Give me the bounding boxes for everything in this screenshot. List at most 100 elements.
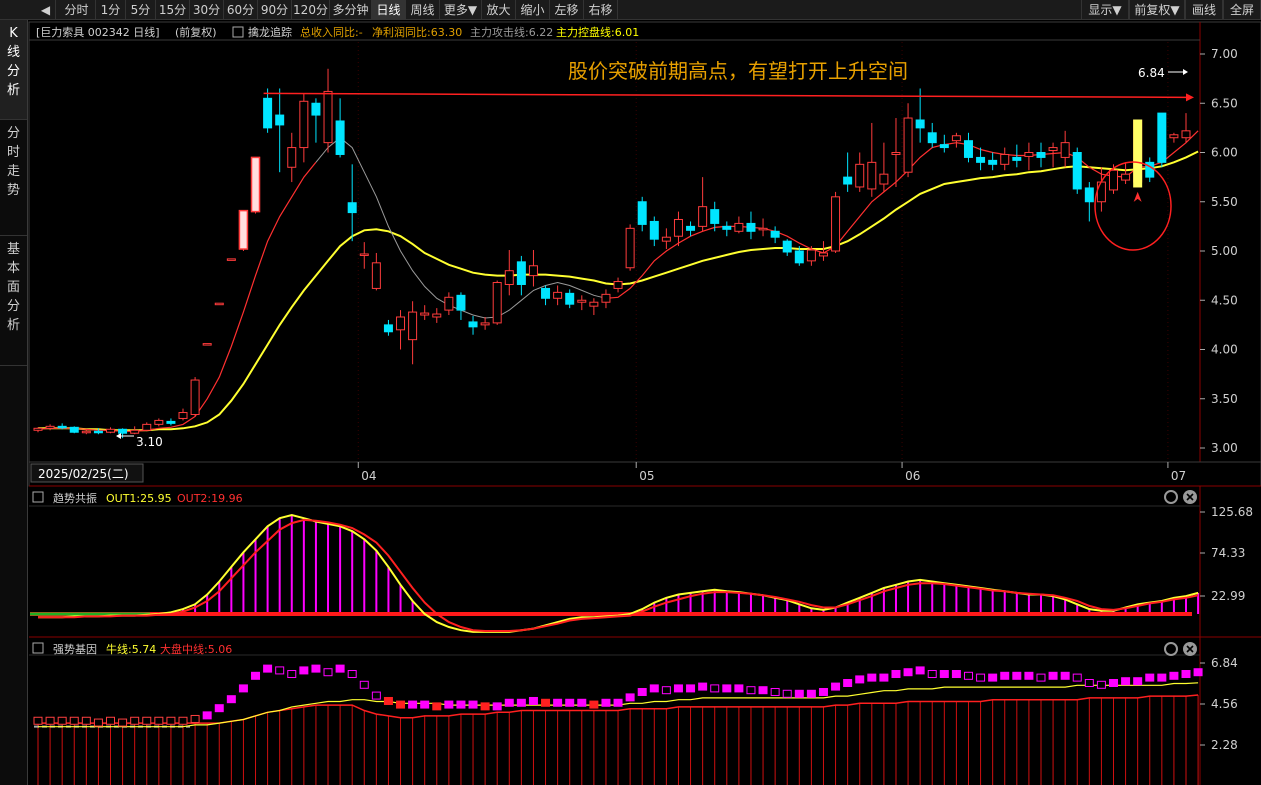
candle-body-16 — [226, 258, 236, 261]
strength-marker-30 — [396, 700, 406, 709]
candle-body-38 — [492, 282, 502, 324]
strength-marker-63 — [794, 689, 804, 698]
candle-body-56 — [710, 209, 720, 224]
candle-body-44 — [565, 292, 575, 305]
candle-body-33 — [432, 313, 442, 318]
candle-body-14 — [202, 343, 212, 346]
strength-marker-95 — [1181, 670, 1191, 679]
panel2-axis-0: 125.68 — [1211, 505, 1253, 519]
strength-marker-55 — [698, 682, 708, 691]
candle-body-5 — [93, 430, 103, 434]
breakout-candle — [1133, 119, 1143, 188]
candle-body-41 — [528, 265, 538, 277]
strength-marker-12 — [178, 716, 188, 725]
month-label-3: 07 — [1171, 469, 1186, 483]
candle-body-15 — [214, 302, 224, 306]
price-label-3: 5.50 — [1211, 195, 1238, 209]
panel2-settings-icon[interactable] — [32, 491, 44, 503]
strength-marker-57 — [722, 684, 732, 693]
panel2-out1: OUT1:25.95 — [106, 492, 172, 505]
candle-body-59 — [746, 222, 756, 232]
indicator-value-3: 主力控盘线:6.01 — [556, 25, 639, 39]
strength-marker-43 — [553, 698, 563, 707]
panel2-gear-icon[interactable] — [1164, 490, 1178, 504]
strength-marker-75 — [939, 670, 949, 679]
candle-body-12 — [178, 412, 188, 419]
strength-marker-31 — [408, 700, 418, 709]
candle-body-9 — [142, 423, 152, 431]
candle-body-58 — [734, 222, 744, 232]
indicator-value-2: 主力攻击线:6.22 — [470, 25, 553, 39]
strength-marker-86 — [1072, 673, 1082, 682]
strength-marker-28 — [371, 691, 381, 700]
strength-marker-62 — [782, 689, 792, 698]
price-label-8: 3.00 — [1211, 441, 1238, 455]
panel3-mid: 大盘中线:5.06 — [160, 642, 232, 656]
strength-marker-50 — [637, 687, 647, 696]
panel3-axis-2: 2.28 — [1211, 738, 1238, 752]
candle-body-6 — [106, 428, 116, 433]
candle-body-88 — [1096, 181, 1106, 203]
strength-marker-22 — [299, 666, 309, 675]
strength-marker-32 — [420, 700, 430, 709]
candle-body-22 — [299, 100, 309, 149]
strength-marker-8 — [130, 716, 140, 725]
strength-marker-53 — [673, 684, 683, 693]
strength-marker-19 — [263, 664, 273, 673]
strength-marker-65 — [818, 687, 828, 696]
strength-marker-72 — [903, 668, 913, 677]
strength-marker-26 — [347, 670, 357, 679]
annotation-text: 股价突破前期高点，有望打开上升空间 — [568, 59, 908, 83]
candle-body-26 — [347, 202, 357, 214]
candle-body-66 — [831, 196, 841, 252]
strength-marker-96 — [1193, 668, 1203, 677]
strength-marker-93 — [1157, 673, 1167, 682]
candle-body-80 — [1000, 153, 1010, 165]
candle-body-19 — [263, 97, 273, 129]
strength-marker-23 — [311, 664, 321, 673]
price-label-0: 7.00 — [1211, 47, 1238, 61]
candle-body-51 — [649, 220, 659, 240]
strength-marker-54 — [686, 684, 696, 693]
candle-body-25 — [335, 120, 345, 155]
strength-marker-13 — [190, 714, 200, 723]
candle-body-49 — [625, 227, 635, 269]
candle-body-35 — [456, 294, 466, 311]
chart-area[interactable]: [巨力索具 002342 日线] (前复权) 擒龙追踪 总收入同比:- 净利润同比:63… — [0, 0, 1261, 785]
panel3-axis-0: 6.84 — [1211, 656, 1238, 670]
candle-body-10 — [154, 419, 164, 425]
strength-marker-11 — [166, 716, 176, 725]
candle-body-62 — [782, 240, 792, 253]
candle-body-78 — [976, 156, 986, 163]
candle-body-1 — [45, 425, 55, 429]
candle-body-70 — [879, 173, 889, 185]
candle-body-0 — [33, 427, 43, 431]
candle-body-52 — [661, 236, 671, 242]
strength-marker-27 — [359, 680, 369, 689]
month-label-0: 04 — [361, 469, 376, 483]
high-price-label: 6.84 — [1138, 66, 1165, 80]
strength-marker-17 — [238, 684, 248, 693]
adjust-mode: (前复权) — [175, 25, 217, 39]
candle-body-30 — [396, 316, 406, 331]
strength-marker-76 — [951, 670, 961, 679]
candle-body-61 — [770, 230, 780, 238]
candle-body-63 — [794, 250, 804, 264]
strength-marker-74 — [927, 670, 937, 679]
panel3-settings-icon[interactable] — [32, 642, 44, 654]
panel2-name: 趋势共振 — [53, 491, 97, 505]
strength-marker-24 — [323, 668, 333, 677]
strength-marker-80 — [1000, 671, 1010, 680]
strength-marker-66 — [831, 682, 841, 691]
strength-marker-82 — [1024, 671, 1034, 680]
candle-body-74 — [927, 132, 937, 144]
strength-marker-60 — [758, 686, 768, 695]
candle-body-68 — [855, 163, 865, 188]
panel3-gear-icon[interactable] — [1164, 642, 1178, 656]
candle-body-79 — [988, 159, 998, 165]
candle-body-83 — [1036, 152, 1046, 158]
candle-body-87 — [1084, 187, 1094, 203]
candle-body-69 — [867, 161, 877, 190]
strength-marker-61 — [770, 687, 780, 696]
candle-body-94 — [1169, 134, 1179, 139]
